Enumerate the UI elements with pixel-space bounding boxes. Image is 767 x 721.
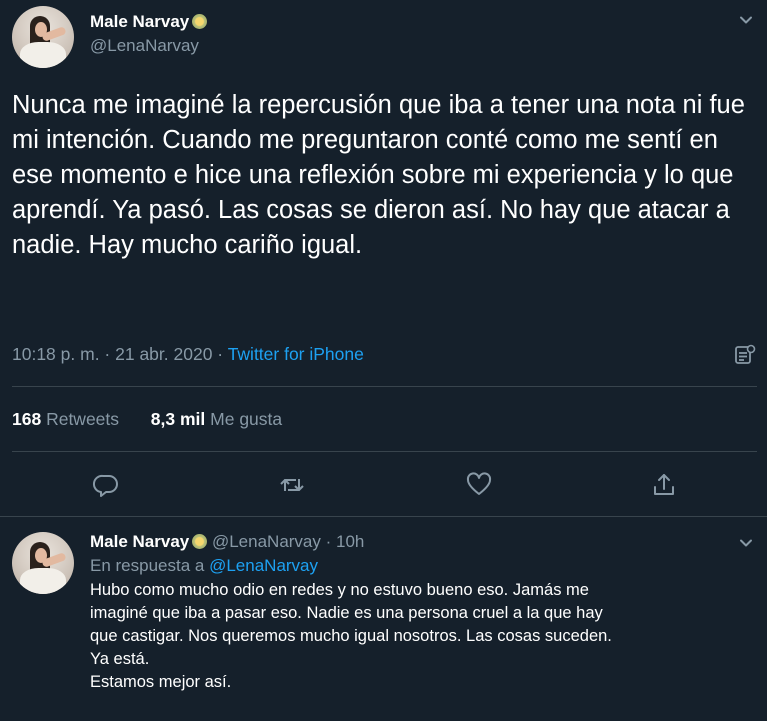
tweet-header: Male Narvay @LenaNarvay: [90, 12, 208, 56]
retweet-icon[interactable]: [278, 471, 306, 499]
author-handle[interactable]: @LenaNarvay: [90, 36, 207, 56]
tweet-time[interactable]: 10:18 p. m.: [12, 344, 100, 364]
avatar[interactable]: [12, 6, 74, 68]
likes-stat[interactable]: 8,3 mil Me gusta: [151, 409, 282, 429]
likes-count: 8,3 mil: [150, 409, 206, 429]
tweet-stats: 168 Retweets 8,3 mil Me gusta: [12, 409, 282, 430]
divider: [12, 386, 757, 387]
author-name[interactable]: Male Narvay: [90, 12, 189, 31]
reply-text: Hubo como mucho odio en redes y no estuv…: [90, 579, 760, 694]
divider: [12, 451, 757, 452]
retweets-count: 168: [12, 409, 42, 429]
reply-line: imaginé que iba a pasar eso. Nadie es un…: [90, 604, 603, 622]
retweets-stat[interactable]: 168 Retweets: [12, 409, 119, 429]
analytics-icon[interactable]: [734, 344, 756, 366]
retweets-label: Retweets: [46, 409, 120, 429]
reply-line: que castigar. Nos queremos mucho igual n…: [90, 627, 612, 645]
meta-separator: ·: [99, 344, 116, 364]
reply-tweet[interactable]: Male Narvay @LenaNarvay · 10h En respues…: [90, 532, 760, 694]
tweet-source[interactable]: Twitter for iPhone: [228, 344, 364, 364]
heart-icon[interactable]: [465, 471, 493, 499]
reply-header: Male Narvay @LenaNarvay · 10h: [90, 532, 760, 552]
reply-line: Ya está.: [90, 650, 150, 668]
reply-icon[interactable]: [92, 471, 120, 499]
reply-avatar[interactable]: [12, 532, 74, 594]
meta-separator: ·: [212, 344, 228, 364]
tweet-meta: 10:18 p. m. · 21 abr. 2020 · Twitter for…: [12, 344, 364, 365]
in-reply-mention[interactable]: @LenaNarvay: [209, 556, 318, 575]
reply-line: Estamos mejor así.: [90, 673, 232, 691]
meta-separator: ·: [320, 532, 337, 551]
tweet-date[interactable]: 21 abr. 2020: [115, 344, 212, 364]
reply-author-name[interactable]: Male Narvay: [90, 532, 189, 551]
divider: [0, 516, 767, 517]
chevron-down-icon[interactable]: [738, 12, 754, 28]
in-reply-prefix: En respuesta a: [90, 556, 205, 575]
in-reply-to: En respuesta a @LenaNarvay: [90, 556, 760, 576]
share-icon[interactable]: [650, 471, 678, 499]
flower-badge-icon: [192, 534, 208, 549]
tweet-text: Nunca me imaginé la repercusión que iba …: [12, 91, 745, 259]
flower-badge-icon: [192, 14, 208, 29]
reply-author-handle[interactable]: @LenaNarvay: [212, 532, 321, 551]
reply-time[interactable]: 10h: [336, 532, 364, 551]
likes-label: Me gusta: [210, 409, 283, 429]
reply-line: Hubo como mucho odio en redes y no estuv…: [90, 581, 589, 599]
